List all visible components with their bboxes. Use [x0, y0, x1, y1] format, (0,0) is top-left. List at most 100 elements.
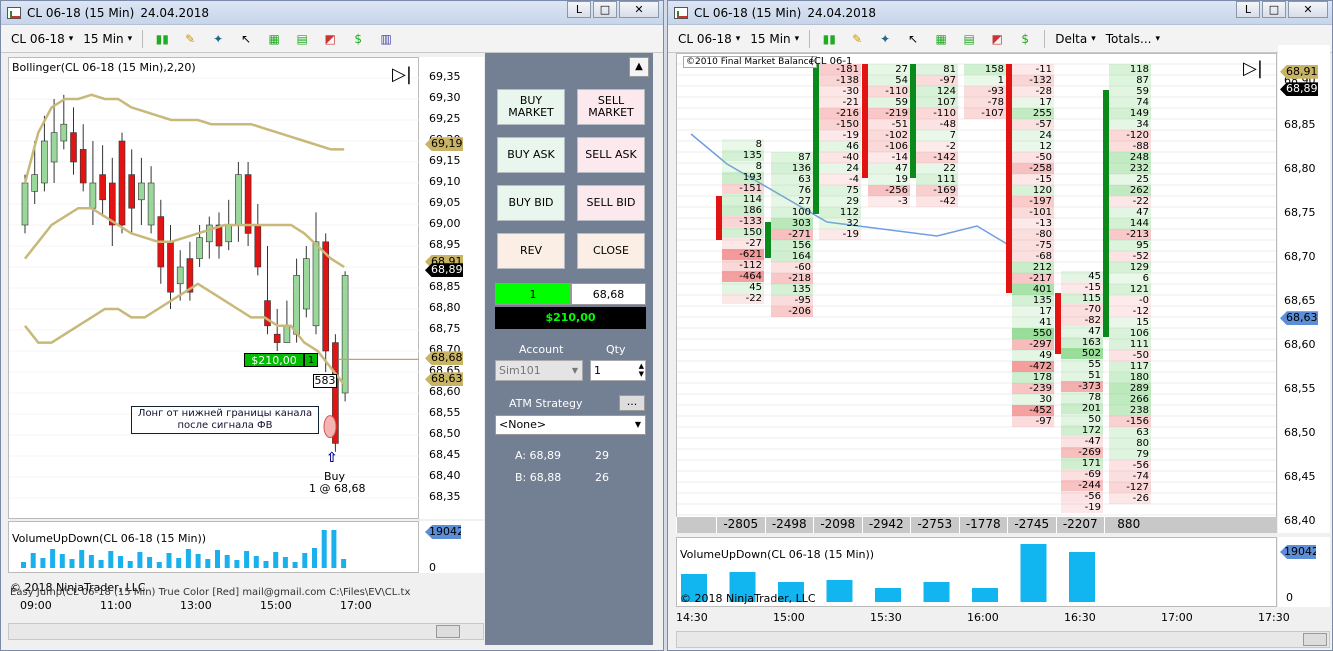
price-tick-label: 69,15 — [429, 154, 461, 167]
spin-arrows-icon[interactable]: ▲ ▼ — [639, 362, 644, 378]
delta-total-cell: -2942 — [861, 517, 911, 533]
footprint-cell: 51 — [1061, 369, 1103, 381]
candle — [147, 182, 155, 226]
magic-wand-icon[interactable]: ✦ — [209, 32, 227, 46]
reverse-button[interactable]: REV — [497, 233, 565, 269]
account-select[interactable]: Sim101 ▼ — [495, 360, 583, 381]
left-scrollbar[interactable] — [8, 623, 484, 640]
footprint-cell: -107 — [964, 108, 1006, 119]
footprint-cell: 124 — [916, 86, 958, 97]
price-tick-label: 68,80 — [429, 301, 461, 314]
jump-end-icon[interactable]: ▷| — [392, 66, 412, 84]
atm-select[interactable]: <None> ▼ — [495, 415, 646, 435]
collapse-panel-icon[interactable]: ▲ — [629, 57, 649, 77]
pencil-icon[interactable]: ✎ — [848, 32, 866, 46]
footprint-cell: 17 — [1012, 97, 1054, 108]
close-window-button[interactable]: ✕ — [619, 1, 659, 18]
footprint-cell: 55 — [1061, 358, 1103, 370]
bar-type-icon[interactable]: ▮▮ — [820, 32, 838, 46]
maximize-button[interactable]: □ — [593, 1, 617, 18]
footprint-column: -11 -132 -28 17 255 -57 24 12 -50 -258 -15 120 -197-… — [1012, 64, 1054, 427]
footprint-cell: 50 — [1061, 413, 1103, 425]
footprint-cell: -82 — [1061, 314, 1103, 326]
time-tick-label: 09:00 — [20, 599, 52, 612]
footprint-cell: -47 — [1061, 435, 1103, 447]
close-position-button[interactable]: CLOSE — [577, 233, 645, 269]
buy-ask-button[interactable]: BUY ASK — [497, 137, 565, 173]
totals-select[interactable]: Totals... — [1106, 32, 1160, 46]
maximize-button[interactable]: □ — [1262, 1, 1286, 18]
qty-stepper[interactable]: 1 ▲ ▼ — [590, 360, 646, 381]
instrument-select[interactable]: CL 06-18 — [678, 32, 740, 46]
interval-select[interactable]: 15 Min — [750, 32, 799, 46]
buy-market-button[interactable]: BUY MARKET — [497, 89, 565, 125]
footprint-cell: 401 — [1012, 284, 1054, 295]
annotation-box[interactable]: Лонг от нижней границы канала после сигн… — [131, 406, 319, 434]
footprint-cell: -269 — [1061, 446, 1103, 458]
footprint-cell: 45 — [722, 281, 764, 293]
position-qty-display: 1 — [495, 283, 571, 305]
cursor-icon[interactable]: ↖ — [237, 32, 255, 46]
footprint-cell: 255 — [1012, 108, 1054, 119]
atm-value: <None> — [499, 418, 547, 431]
magic-wand-icon[interactable]: ✦ — [876, 32, 894, 46]
pencil-icon[interactable]: ✎ — [181, 32, 199, 46]
atm-settings-button[interactable]: ... — [619, 395, 645, 411]
line-chart-icon[interactable]: ◩ — [988, 32, 1006, 46]
chart-trader-icon[interactable]: ▦ — [932, 32, 950, 46]
close-window-button[interactable]: ✕ — [1288, 1, 1328, 18]
dollar-icon[interactable]: $ — [1016, 32, 1034, 46]
footprint-cell: 120 — [1012, 185, 1054, 196]
footprint-cell: -142 — [916, 152, 958, 163]
jump-end-icon[interactable]: ▷| — [1243, 60, 1263, 78]
link-button[interactable]: L — [567, 1, 591, 18]
footprint-cell: 17 — [1012, 306, 1054, 317]
delta-select[interactable]: Delta — [1055, 32, 1096, 46]
candle — [79, 149, 87, 184]
footprint-cell: 121 — [1109, 284, 1151, 295]
instrument-select[interactable]: CL 06-18 — [11, 32, 73, 46]
footprint-cell: -3 — [868, 196, 910, 207]
time-tick-label: 15:00 — [773, 611, 805, 624]
bar-type-icon[interactable]: ▮▮ — [153, 32, 171, 46]
position-qty-badge[interactable]: 1 — [304, 353, 318, 367]
position-pnl-badge[interactable]: $210,00 — [244, 353, 304, 367]
left-scroll-thumb[interactable] — [436, 625, 460, 638]
footprint-cell: 171 — [1061, 457, 1103, 469]
price-flag: 68,63 — [1280, 311, 1318, 326]
footprint-cell: -78 — [964, 97, 1006, 108]
left-chart-window: CL 06-18 (15 Min) 24.04.2018 L □ ✕ CL 06… — [0, 0, 664, 651]
interval-select[interactable]: 15 Min — [83, 32, 132, 46]
footprint-cell: -452 — [1012, 405, 1054, 416]
price-tick-label: 68,45 — [429, 448, 461, 461]
candle — [138, 182, 145, 201]
delta-label: Delta — [1055, 31, 1088, 46]
footprint-cell: -69 — [1061, 468, 1103, 480]
right-scrollbar[interactable] — [676, 631, 1330, 648]
footprint-cell: -101 — [1012, 207, 1054, 218]
footprint-cell: 47 — [1109, 207, 1151, 218]
right-volume-zero: 0 — [1286, 591, 1293, 604]
sell-ask-button[interactable]: SELL ASK — [577, 137, 645, 173]
dollar-icon[interactable]: $ — [349, 32, 367, 46]
footprint-column: 27 54 -110 59 -219 -51 -102 -106 -14 47 19 -256 -3 — [868, 64, 910, 207]
line-chart-icon[interactable]: ◩ — [321, 32, 339, 46]
grid-icon[interactable]: ▤ — [960, 32, 978, 46]
sell-bid-button[interactable]: SELL BID — [577, 185, 645, 221]
footprint-cell: 75 — [819, 185, 861, 196]
properties-icon[interactable]: ▥ — [377, 32, 395, 46]
order-qty-badge[interactable]: 583 — [313, 374, 337, 388]
sell-market-button[interactable]: SELL MARKET — [577, 89, 645, 125]
footprint-cell: -30 — [819, 86, 861, 97]
footprint-cell: 19 — [868, 174, 910, 185]
grid-icon[interactable]: ▤ — [293, 32, 311, 46]
buy-bid-button[interactable]: BUY BID — [497, 185, 565, 221]
candle — [176, 266, 184, 285]
chart-trader-icon[interactable]: ▦ — [265, 32, 283, 46]
link-button[interactable]: L — [1236, 1, 1260, 18]
cursor-icon[interactable]: ↖ — [904, 32, 922, 46]
footprint-cell: -0 — [1109, 295, 1151, 306]
price-tick-label: 68,40 — [429, 469, 461, 482]
right-scroll-thumb[interactable] — [1303, 633, 1327, 646]
chart-app-icon — [7, 6, 21, 19]
